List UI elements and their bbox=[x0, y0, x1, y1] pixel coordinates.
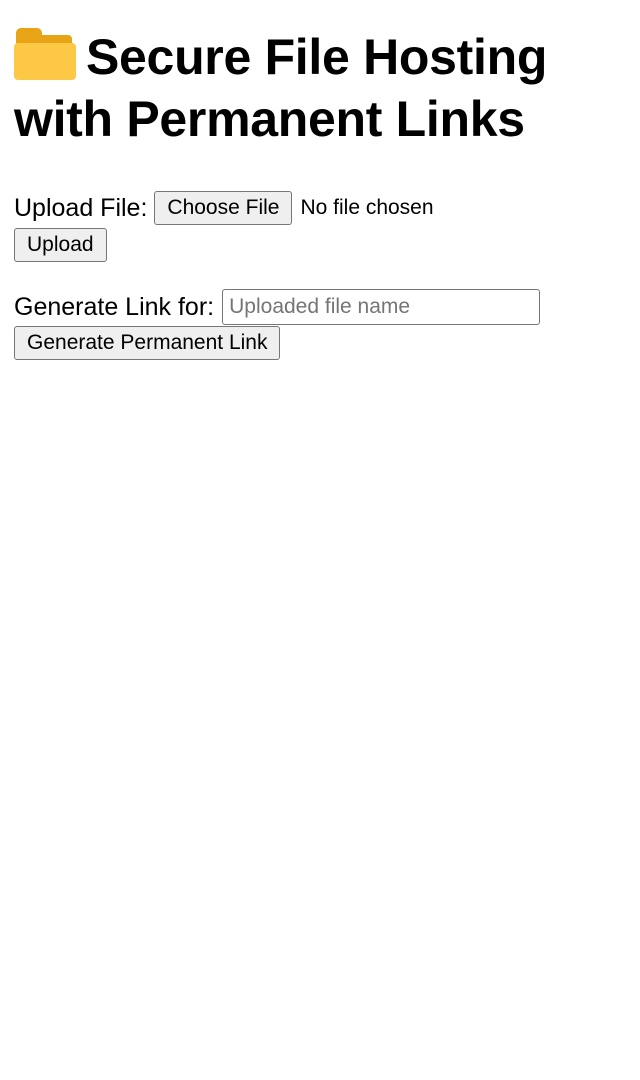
generate-row: Generate Link for: bbox=[14, 289, 626, 325]
upload-row: Upload File: Choose File No file chosen bbox=[14, 190, 626, 226]
folder-icon bbox=[14, 26, 76, 80]
file-name-input[interactable] bbox=[222, 289, 541, 325]
generate-link-label: Generate Link for: bbox=[14, 293, 215, 321]
upload-file-label: Upload File: bbox=[14, 194, 148, 222]
upload-button[interactable]: Upload bbox=[14, 228, 107, 262]
upload-button-row: Upload bbox=[14, 227, 626, 262]
page-title-text: Secure File Hosting with Permanent Links bbox=[14, 29, 548, 147]
generate-button-row: Generate Permanent Link bbox=[14, 325, 626, 360]
choose-file-button[interactable]: Choose File bbox=[154, 191, 293, 225]
page-title: Secure File Hosting with Permanent Links bbox=[14, 0, 626, 150]
file-status-text: No file chosen bbox=[300, 196, 434, 219]
generate-permanent-link-button[interactable]: Generate Permanent Link bbox=[14, 326, 281, 360]
page: Secure File Hosting with Permanent Links… bbox=[0, 0, 640, 1080]
